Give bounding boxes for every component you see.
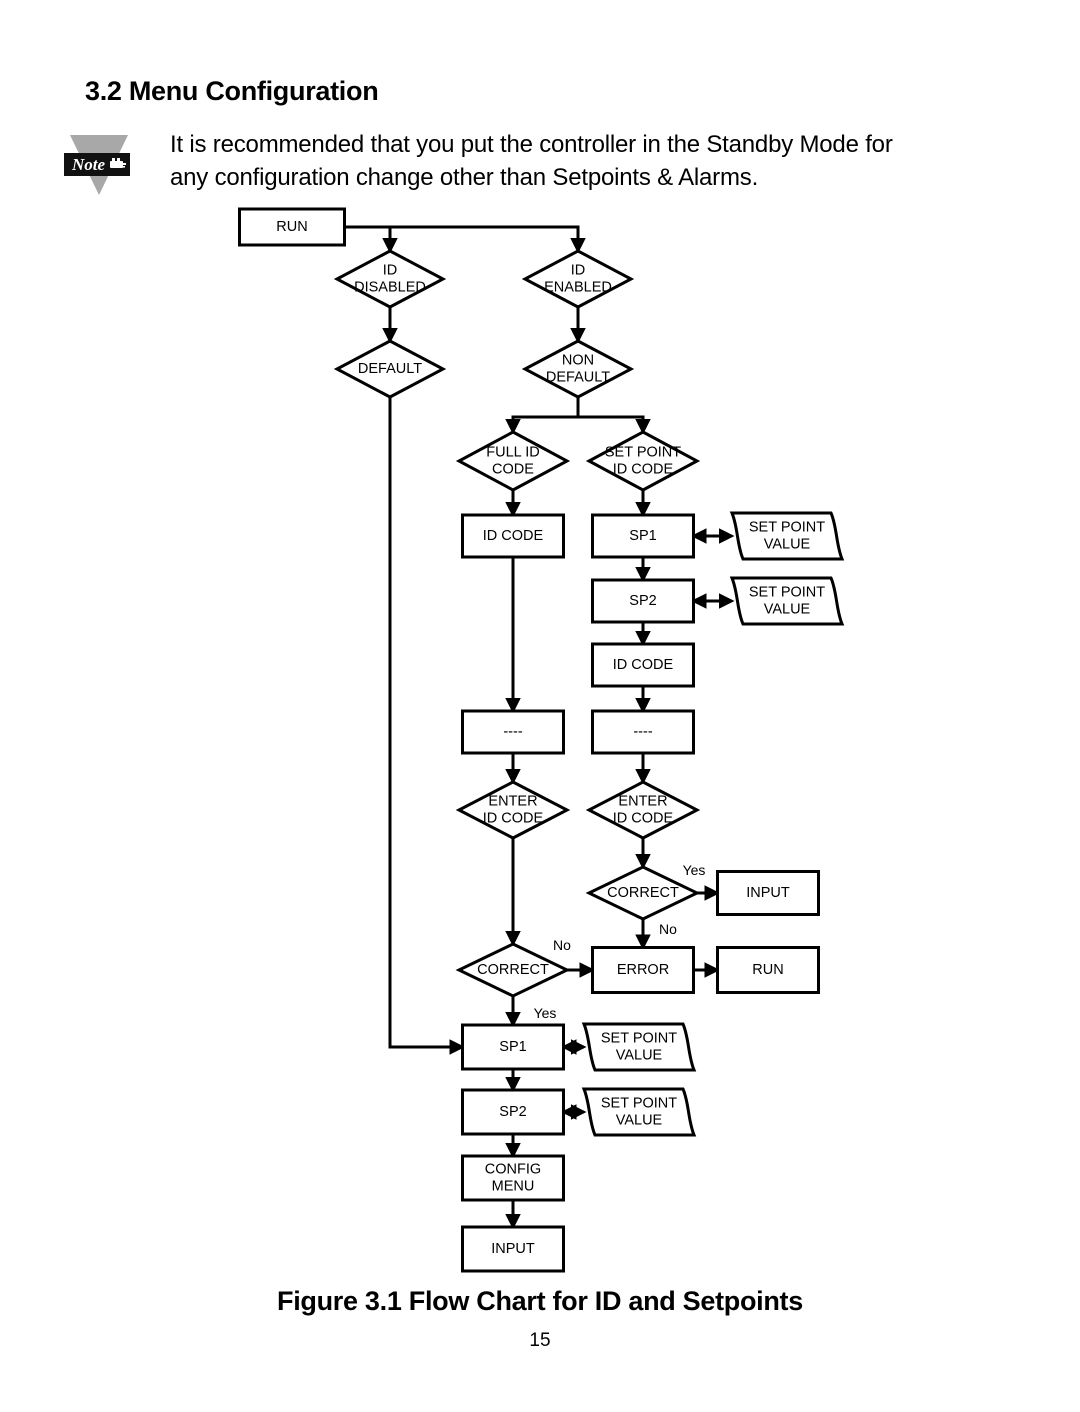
flow-node-label: ID CODE xyxy=(613,810,674,826)
flow-node-spv-mid-1: SET POINTVALUE xyxy=(729,511,845,561)
flow-node-config-menu: CONFIGMENU xyxy=(461,1154,565,1202)
flow-node-spv-mid-2: SET POINTVALUE xyxy=(729,576,845,626)
flow-node-sp1-bottom: SP1 xyxy=(461,1023,565,1071)
flow-chart: RUNIDDISABLEDIDENABLEDDEFAULTNONDEFAULTF… xyxy=(238,207,845,1273)
flow-node-label: VALUE xyxy=(616,1112,663,1128)
flow-node-label: ENABLED xyxy=(544,279,612,295)
flow-node-label: SP2 xyxy=(629,593,656,609)
flow-node-label: ID CODE xyxy=(613,461,674,477)
flow-connector-non-default-to-full-id-code xyxy=(505,397,580,435)
flow-node-spv-bot-1: SET POINTVALUE xyxy=(581,1022,697,1072)
flow-node-spv-bot-2: SET POINTVALUE xyxy=(581,1087,697,1137)
flow-edge-label-no-correct-right: No xyxy=(659,921,677,937)
flow-node-label: VALUE xyxy=(764,601,811,617)
flow-connector-non-default-to-set-point-id-code xyxy=(576,397,651,435)
flow-node-label: ID xyxy=(383,262,398,278)
flow-node-run-top: RUN xyxy=(238,207,346,247)
flow-node-label: VALUE xyxy=(616,1047,663,1063)
flow-node-label: RUN xyxy=(276,219,307,235)
flow-node-label: ---- xyxy=(633,724,652,740)
figure-caption: Figure 3.1 Flow Chart for ID and Setpoin… xyxy=(277,1286,803,1316)
flow-node-id-code-left: ID CODE xyxy=(461,513,565,559)
flow-edge-label-yes-correct-left: Yes xyxy=(534,1005,557,1021)
flow-edge-label-no-correct-left: No xyxy=(553,937,571,953)
flow-node-sp1-mid: SP1 xyxy=(591,513,695,559)
flow-node-label: ---- xyxy=(503,724,522,740)
flow-node-sp2-bottom: SP2 xyxy=(461,1088,565,1136)
flow-node-enter-id-right: ENTERID CODE xyxy=(585,780,701,840)
flow-node-label: RUN xyxy=(752,962,783,978)
flow-node-label: SET POINT xyxy=(749,584,825,600)
flow-node-default: DEFAULT xyxy=(333,339,447,399)
flow-node-label: CONFIG xyxy=(485,1161,541,1177)
flow-node-label: CODE xyxy=(492,461,534,477)
flow-node-input-bottom: INPUT xyxy=(461,1225,565,1273)
flow-node-input-right: INPUT xyxy=(716,870,820,916)
flow-node-label: VALUE xyxy=(764,536,811,552)
flow-node-label: SP2 xyxy=(499,1104,526,1120)
flow-node-label: SET POINT xyxy=(601,1095,677,1111)
flow-node-label: SP1 xyxy=(629,528,656,544)
flow-node-id-enabled: IDENABLED xyxy=(521,249,635,309)
flow-node-id-disabled: IDDISABLED xyxy=(333,249,447,309)
flow-node-label: ID CODE xyxy=(483,810,544,826)
flow-node-label: ID CODE xyxy=(613,657,674,673)
flow-connector-default-to-sp1-bottom xyxy=(388,397,465,1055)
flow-node-non-default: NONDEFAULT xyxy=(521,339,635,399)
flow-node-id-code-mid: ID CODE xyxy=(591,642,695,688)
flow-node-label: INPUT xyxy=(491,1241,535,1257)
flow-node-dashes-left: ---- xyxy=(461,709,565,755)
flow-node-full-id-code: FULL IDCODE xyxy=(455,430,571,492)
flow-node-label: NON xyxy=(562,352,594,368)
flow-node-label: DISABLED xyxy=(354,279,426,295)
flow-node-label: MENU xyxy=(492,1178,535,1194)
flow-node-label: CORRECT xyxy=(607,885,679,901)
flow-node-dashes-right: ---- xyxy=(591,709,695,755)
flow-node-label: CORRECT xyxy=(477,962,549,978)
flow-node-label: DEFAULT xyxy=(546,369,610,385)
flow-edge-label-yes-correct-right: Yes xyxy=(683,862,706,878)
flow-connector-run-top-to-id-disabled xyxy=(344,225,398,254)
flow-node-sp2-mid: SP2 xyxy=(591,578,695,624)
flow-node-label: ID xyxy=(571,262,586,278)
flow-node-label: FULL ID xyxy=(486,444,539,460)
flow-node-correct-left: CORRECT xyxy=(455,942,571,998)
flow-node-label: ENTER xyxy=(618,793,667,809)
flow-node-label: SET POINT xyxy=(605,444,681,460)
flow-node-label: SP1 xyxy=(499,1039,526,1055)
flow-node-label: DEFAULT xyxy=(358,361,422,377)
flow-node-correct-right: CORRECT xyxy=(585,865,701,921)
flow-node-label: SET POINT xyxy=(601,1030,677,1046)
flow-nodes: RUNIDDISABLEDIDENABLEDDEFAULTNONDEFAULTF… xyxy=(238,207,845,1273)
page-number: 15 xyxy=(529,1330,551,1351)
flow-node-label: ERROR xyxy=(617,962,669,978)
flow-node-label: SET POINT xyxy=(749,519,825,535)
flow-node-label: ENTER xyxy=(488,793,537,809)
flow-node-error: ERROR xyxy=(591,946,695,994)
flow-node-set-point-id-code: SET POINTID CODE xyxy=(585,430,701,492)
flow-node-label: ID CODE xyxy=(483,528,544,544)
flow-connector-run-top-to-id-enabled xyxy=(344,225,586,254)
flow-node-label: INPUT xyxy=(746,885,790,901)
flow-node-run-bottom: RUN xyxy=(716,946,820,994)
flow-node-enter-id-left: ENTERID CODE xyxy=(455,780,571,840)
